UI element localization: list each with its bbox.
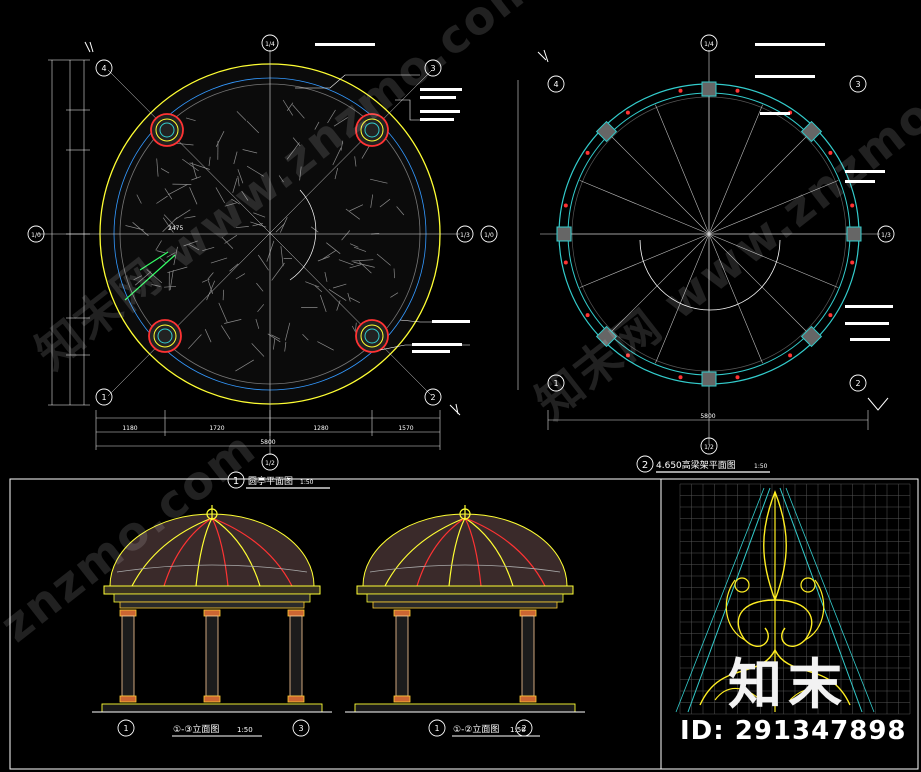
axis-bubble-4: 4 [101, 64, 106, 73]
axis-bubble-1-4: 1/4 [265, 41, 275, 48]
dim-left-4: 1570 [398, 425, 413, 432]
axis-bubble-1: 1 [101, 393, 106, 402]
axis-bubble-1-2-right: 1/2 [704, 444, 714, 451]
dim-left-2: 1720 [209, 425, 224, 432]
column-2 [355, 319, 389, 353]
axis-bubble-1-2: 1/2 [265, 460, 275, 467]
axis-bubble-3: 3 [430, 64, 435, 73]
plan-right-number: 2 [642, 460, 648, 471]
cad-drawing-canvas: 2475 4 3 1 2 1/4 1/2 1/0 1/3 1180 1720 1… [0, 0, 921, 772]
axis-bubble-1-right: 1 [553, 379, 558, 388]
elev-left-title: ①-③立面图 [173, 723, 219, 735]
plan-left-number: 1 [233, 476, 239, 487]
elev-left-axis-3: 3 [298, 724, 303, 733]
elev-right-axis-1: 1 [434, 724, 439, 733]
dim-left-1: 1180 [122, 425, 137, 432]
axis-bubble-1-0: 1/0 [31, 232, 41, 239]
image-id: ID: 291347898 [680, 716, 907, 746]
elev-right-title: ①-②立面图 [453, 723, 499, 735]
elevation-1-2 [345, 505, 585, 713]
axis-bubble-3-right: 3 [855, 80, 860, 89]
dim-left-3: 1280 [313, 425, 328, 432]
dim-right-total: 5800 [700, 413, 715, 420]
elev-left-axis-1: 1 [123, 724, 128, 733]
radius-label: 2475 [168, 225, 183, 232]
bottom-left-frame [9, 478, 662, 770]
elevation-1-3 [92, 505, 332, 713]
axis-bubble-2: 2 [430, 393, 435, 402]
plan-left-scale: 1:50 [300, 479, 314, 486]
axis-bubble-1-3-right: 1/3 [881, 232, 891, 239]
axis-bubble-4-right: 4 [553, 80, 558, 89]
column-1 [148, 319, 182, 353]
column-4 [150, 113, 184, 147]
axis-bubble-2-right: 2 [855, 379, 860, 388]
column-3 [355, 113, 389, 147]
axis-bubble-1-0-right: 1/0 [484, 232, 494, 239]
plan-right-title: 4.650高梁架平面图 [656, 459, 736, 471]
axis-bubble-1-4-right: 1/4 [704, 41, 714, 48]
brand-logo: 知末 [728, 653, 848, 716]
dim-left-total: 5800 [260, 439, 275, 446]
plan-right-scale: 1:50 [754, 463, 768, 470]
pavilion-plan: 2475 4 3 1 2 1/4 1/2 1/0 1/3 1180 1720 1… [27, 34, 474, 471]
beam-plan: 4 3 1 2 1/4 1/2 1/0 1/3 5800 [480, 34, 895, 455]
plan-left-title: 圆亭平面图 [248, 475, 293, 487]
axis-bubble-1-3: 1/3 [460, 232, 470, 239]
elev-right-scale: 1:50 [510, 726, 526, 734]
elev-left-scale: 1:50 [237, 726, 253, 734]
